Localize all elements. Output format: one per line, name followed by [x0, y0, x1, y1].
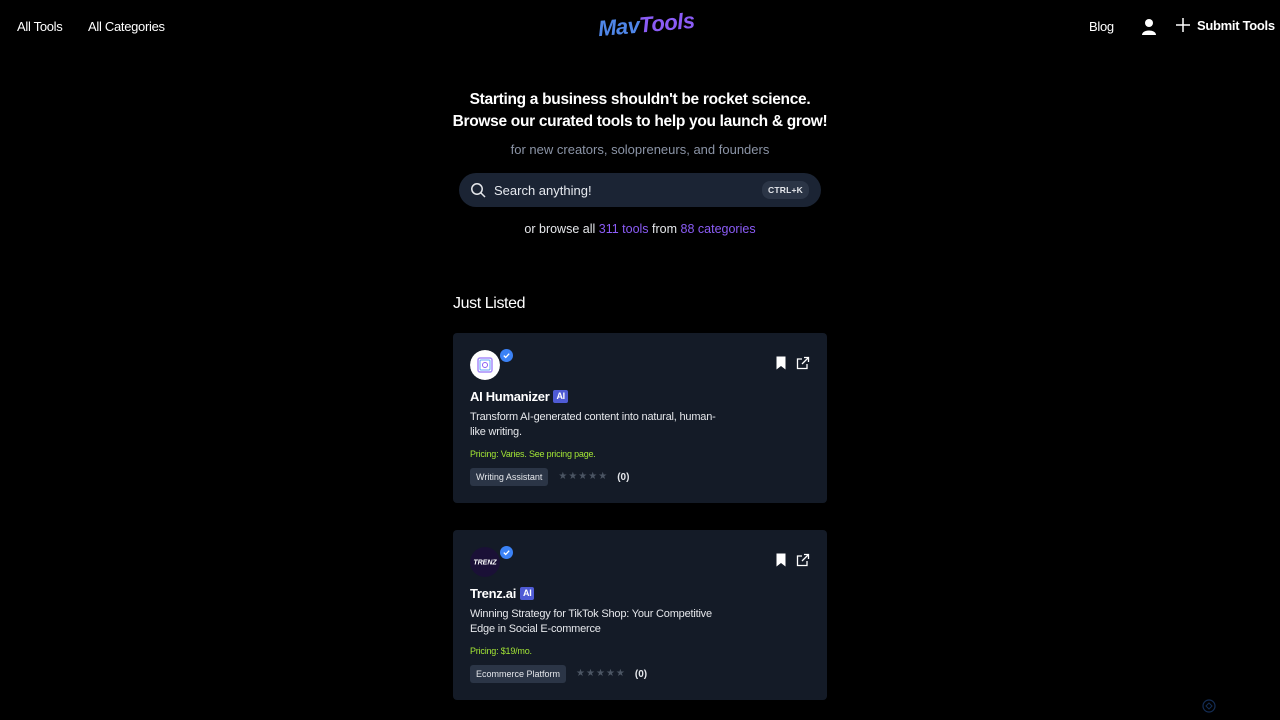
search-icon	[471, 183, 486, 198]
tool-card[interactable]: TRENZ Trenz.ai AI Winning Strategy for T…	[453, 530, 827, 700]
star-icon: ★	[588, 471, 598, 482]
ai-badge: AI	[520, 587, 535, 600]
category-tag[interactable]: Writing Assistant	[470, 468, 549, 486]
star-icon: ★	[578, 471, 588, 482]
site-logo[interactable]: MavTools	[597, 8, 696, 42]
star-icon: ★	[595, 668, 605, 679]
star-rating: ★ ★ ★ ★ ★	[558, 472, 607, 482]
tool-name-text: AI Humanizer	[470, 389, 550, 404]
star-icon: ★	[558, 471, 568, 482]
hero-title-line-2: Browse our curated tools to help you lau…	[452, 113, 828, 130]
verified-icon	[500, 546, 513, 559]
card-actions	[774, 553, 810, 567]
tool-name[interactable]: AI Humanizer AI	[470, 389, 568, 404]
star-icon: ★	[605, 668, 615, 679]
star-rating: ★ ★ ★ ★ ★	[576, 669, 625, 679]
star-icon: ★	[576, 668, 585, 679]
browse-line: or browse all 311 tools from 88 categori…	[0, 222, 1280, 236]
star-icon: ★	[615, 668, 625, 679]
tool-description: Transform AI-generated content into natu…	[470, 411, 716, 438]
star-icon: ★	[568, 471, 578, 482]
tool-pricing: Pricing: Varies. See pricing page.	[470, 449, 596, 459]
browse-middle: from	[648, 222, 681, 236]
plus-icon	[1176, 18, 1190, 32]
bookmark-icon[interactable]	[774, 553, 788, 567]
user-icon[interactable]	[1141, 18, 1157, 36]
logo-text-mav: Mav	[597, 12, 641, 42]
hero-subtitle: for new creators, solopreneurs, and foun…	[510, 142, 770, 157]
review-count: (0)	[617, 471, 630, 483]
tool-meta: Writing Assistant ★ ★ ★ ★ ★ (0)	[470, 468, 629, 486]
search-bar[interactable]: CTRL+K	[459, 173, 821, 207]
star-icon: ★	[598, 471, 608, 482]
logo-text-tools: Tools	[638, 7, 696, 38]
tool-pricing: Pricing: $19/mo.	[470, 646, 532, 656]
browse-prefix: or browse all	[524, 222, 599, 236]
tool-logo-text: TRENZ	[473, 560, 497, 567]
star-icon: ★	[586, 668, 595, 679]
tool-logo	[470, 350, 500, 380]
nav-all-tools[interactable]: All Tools	[17, 19, 63, 34]
shortcut-badge: CTRL+K	[762, 181, 809, 199]
tool-name-text: Trenz.ai	[470, 586, 517, 601]
ai-badge: AI	[553, 390, 568, 403]
watermark-icon	[1202, 699, 1216, 713]
tool-logo: TRENZ	[470, 547, 500, 577]
external-link-icon[interactable]	[796, 356, 810, 370]
browse-categories-link[interactable]: 88 categories	[681, 222, 756, 236]
bookmark-icon[interactable]	[774, 356, 788, 370]
verified-icon	[500, 349, 513, 362]
tool-card[interactable]: AI Humanizer AI Transform AI-generated c…	[453, 333, 827, 503]
submit-tools-label: Submit Tools	[1197, 17, 1275, 33]
section-title: Just Listed	[453, 295, 526, 312]
category-tag[interactable]: Ecommerce Platform	[470, 665, 567, 683]
review-count: (0)	[634, 668, 648, 680]
external-link-icon[interactable]	[796, 553, 810, 567]
card-actions	[774, 356, 810, 370]
nav-all-categories[interactable]: All Categories	[88, 19, 165, 34]
top-nav: All Tools All Categories MavTools Blog S…	[0, 0, 1280, 56]
search-input[interactable]	[494, 182, 763, 198]
tool-meta: Ecommerce Platform ★ ★ ★ ★ ★ (0)	[470, 665, 647, 683]
tool-description: Winning Strategy for TikTok Shop: Your C…	[470, 608, 712, 635]
watermark	[1202, 699, 1216, 713]
submit-tools-button[interactable]: Submit Tools	[1175, 17, 1275, 33]
nav-blog[interactable]: Blog	[1089, 19, 1114, 34]
tool-name[interactable]: Trenz.ai AI	[470, 586, 535, 601]
browse-tools-link[interactable]: 311 tools	[599, 222, 649, 236]
hero-title: Starting a business shouldn't be rocket …	[0, 89, 1280, 133]
hero-title-line-1: Starting a business shouldn't be rocket …	[469, 91, 811, 108]
